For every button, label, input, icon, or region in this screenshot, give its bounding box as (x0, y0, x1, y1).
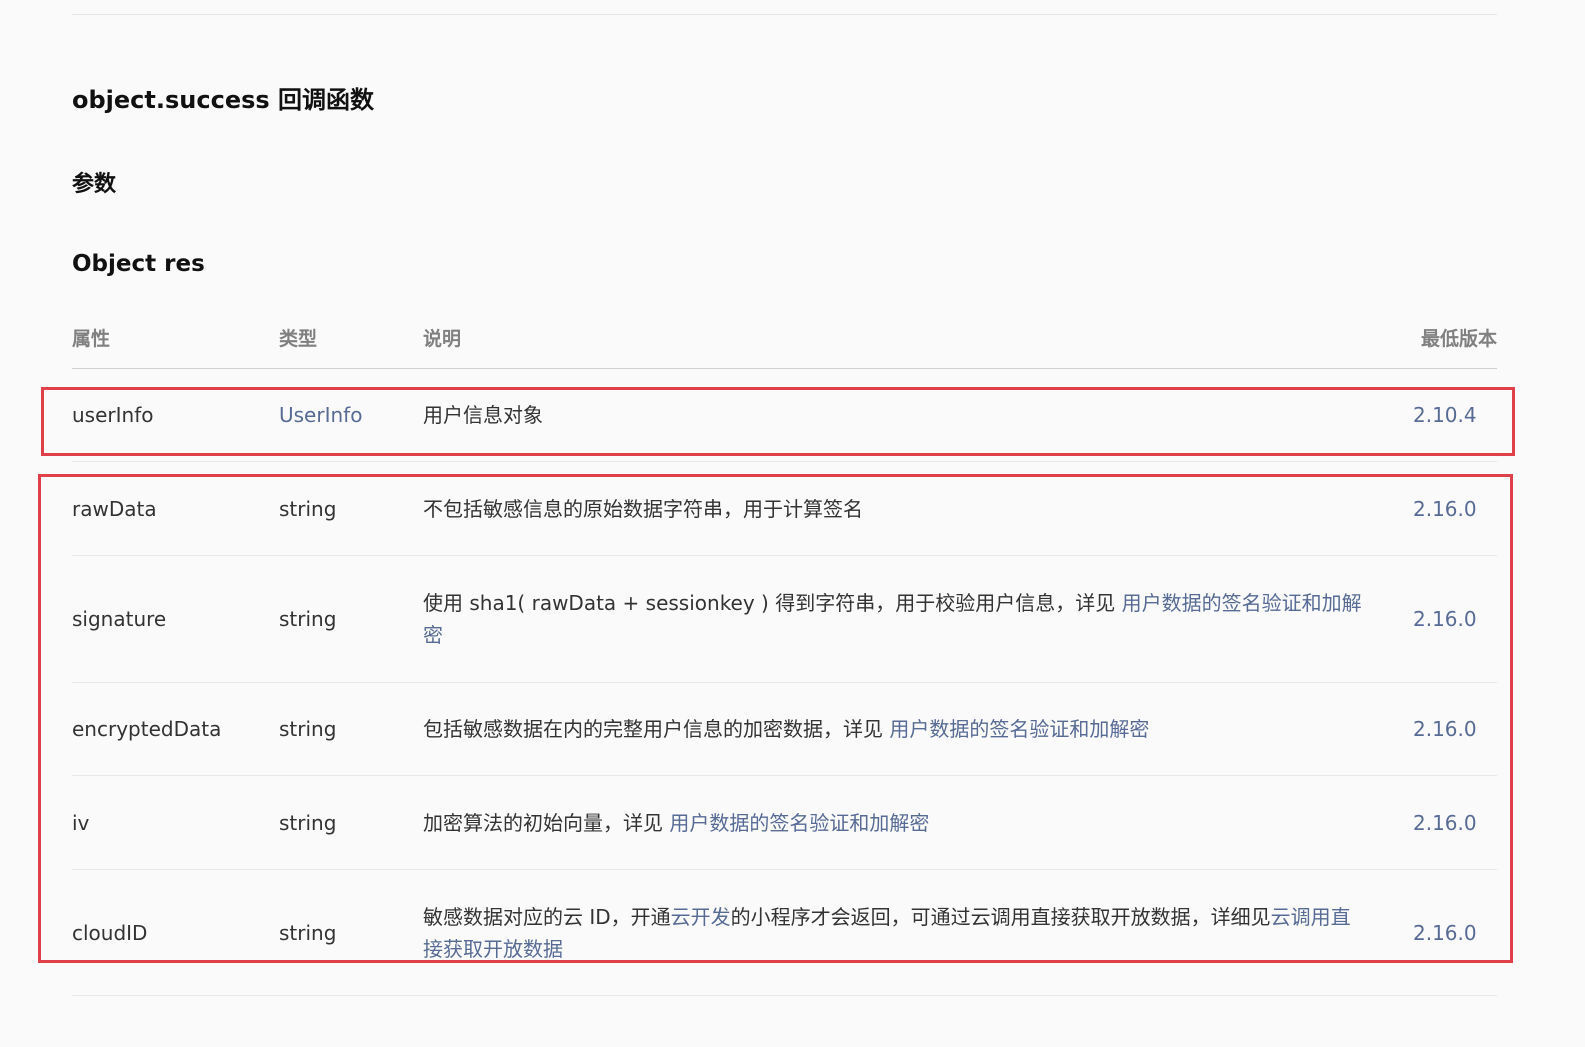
row-version: 2.16.0 (1413, 607, 1477, 631)
table-row: signature string 使用 sha1( rawData + sess… (72, 556, 1497, 683)
row-type: string (279, 607, 337, 631)
section-title: object.success 回调函数 (72, 86, 375, 114)
row-desc: 敏感数据对应的云 ID，开通云开发的小程序才会返回，可通过云调用直接获取开放数据… (423, 901, 1363, 965)
cloud-dev-link[interactable]: 云开发 (671, 905, 731, 929)
params-heading: 参数 (72, 172, 117, 197)
table-row: cloudID string 敏感数据对应的云 ID，开通云开发的小程序才会返回… (72, 870, 1497, 996)
row-version: 2.16.0 (1413, 717, 1477, 741)
signature-doc-link[interactable]: 用户数据的签名验证和加解密 (669, 811, 929, 835)
header-version: 最低版本 (1420, 328, 1497, 350)
row-attr: rawData (72, 496, 157, 521)
row-attr: iv (72, 810, 90, 835)
doc-page: object.success 回调函数 参数 Object res 属性 类型 … (0, 0, 1585, 1047)
row-type: string (279, 717, 337, 741)
row-version: 2.16.0 (1413, 496, 1477, 521)
header-type: 类型 (279, 328, 318, 350)
desc-text: 不包括敏感信息的原始数据字符串，用于计算签名 (423, 496, 863, 521)
signature-doc-link[interactable]: 用户数据的签名验证和加解密 (889, 717, 1149, 741)
desc-text: 敏感数据对应的云 ID，开通 (423, 904, 671, 929)
row-attr: userInfo (72, 403, 154, 427)
table-row: iv string 加密算法的初始向量，详见 用户数据的签名验证和加解密 2.1… (72, 776, 1497, 870)
row-desc: 使用 sha1( rawData + sessionkey ) 得到字符串，用于… (423, 587, 1363, 651)
object-heading: Object res (72, 251, 205, 277)
row-type: string (279, 810, 337, 835)
row-type: string (279, 920, 337, 945)
desc-text: 的小程序才会返回，可通过云调用直接获取开放数据，详细见 (730, 904, 1271, 929)
desc-text: 加密算法的初始向量，详见 (423, 810, 670, 835)
row-version: 2.16.0 (1413, 920, 1477, 945)
top-divider (72, 14, 1497, 15)
row-version: 2.16.0 (1413, 810, 1477, 835)
row-desc: 包括敏感数据在内的完整用户信息的加密数据，详见 用户数据的签名验证和加解密 (423, 713, 1363, 745)
row-attr: cloudID (72, 920, 148, 945)
desc-text: 用户信息对象 (423, 403, 543, 427)
header-attr: 属性 (72, 328, 111, 350)
row-desc: 用户信息对象 (423, 399, 1363, 431)
row-type: string (279, 496, 337, 521)
row-desc: 加密算法的初始向量，详见 用户数据的签名验证和加解密 (423, 807, 1363, 839)
row-attr: encryptedData (72, 717, 222, 741)
type-link[interactable]: UserInfo (279, 399, 362, 431)
table-row: userInfo UserInfo 用户信息对象 2.10.4 (72, 369, 1497, 462)
params-table: 属性 类型 说明 最低版本 userInfo UserInfo 用户信息对象 2… (72, 312, 1497, 996)
row-attr: signature (72, 607, 167, 631)
desc-text: 包括敏感数据在内的完整用户信息的加密数据，详见 (423, 717, 890, 741)
row-version: 2.10.4 (1413, 403, 1477, 427)
table-header: 属性 类型 说明 最低版本 (72, 312, 1497, 369)
table-row: encryptedData string 包括敏感数据在内的完整用户信息的加密数… (72, 683, 1497, 776)
desc-text: 使用 sha1( rawData + sessionkey ) 得到字符串，用于… (423, 591, 1122, 615)
row-desc: 不包括敏感信息的原始数据字符串，用于计算签名 (423, 493, 1363, 525)
table-row: rawData string 不包括敏感信息的原始数据字符串，用于计算签名 2.… (72, 462, 1497, 556)
header-desc: 说明 (423, 328, 462, 350)
